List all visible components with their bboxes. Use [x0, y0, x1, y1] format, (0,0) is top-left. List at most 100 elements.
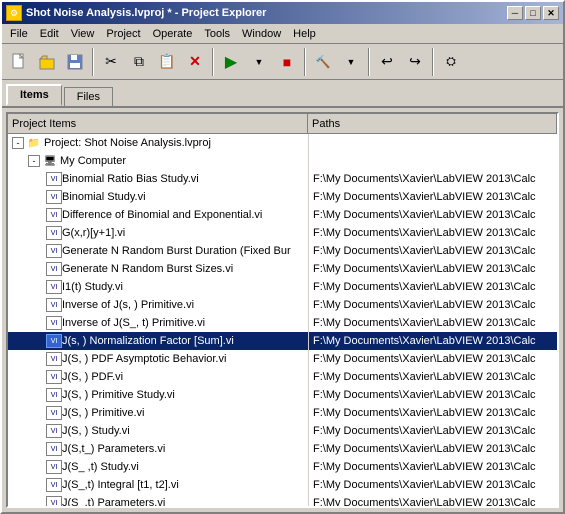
menu-tools[interactable]: Tools — [198, 26, 236, 42]
path-2: F:\My Documents\Xavier\LabVIEW 2013\Calc — [309, 206, 557, 224]
menu-operate[interactable]: Operate — [147, 26, 199, 42]
tree-item-17[interactable]: VI J(S_,t) Integral [t1, t2].vi — [8, 476, 308, 494]
tree-item-computer[interactable]: - 🖥 My Computer — [8, 152, 308, 170]
build-arrow-button[interactable]: ▼ — [338, 49, 364, 75]
tree-item-0[interactable]: VI Binomial Ratio Bias Study.vi — [8, 170, 308, 188]
tree-item-5[interactable]: VI Generate N Random Burst Sizes.vi — [8, 260, 308, 278]
stop-button[interactable]: ■ — [274, 49, 300, 75]
tree-item-1[interactable]: VI Binomial Study.vi — [8, 188, 308, 206]
col-header-paths: Paths — [308, 114, 557, 133]
tree-right: F:\My Documents\Xavier\LabVIEW 2013\Calc… — [308, 134, 557, 506]
tree-item-3[interactable]: VI G(x,r)[y+1].vi — [8, 224, 308, 242]
path-3: F:\My Documents\Xavier\LabVIEW 2013\Calc — [309, 224, 557, 242]
vi-icon-10: VI — [46, 352, 62, 366]
path-17: F:\My Documents\Xavier\LabVIEW 2013\Calc — [309, 476, 557, 494]
computer-label: My Computer — [60, 155, 126, 167]
path-16: F:\My Documents\Xavier\LabVIEW 2013\Calc — [309, 458, 557, 476]
vi-icon-2: VI — [46, 208, 62, 222]
tree-item-9[interactable]: VI J(s, ) Normalization Factor [Sum].vi — [8, 332, 308, 350]
app-icon: ⚙ — [6, 5, 22, 21]
tree-item-14[interactable]: VI J(S, ) Study.vi — [8, 422, 308, 440]
expand-root[interactable]: - — [12, 137, 24, 149]
tab-files[interactable]: Files — [64, 87, 113, 106]
vi-icon-6: VI — [46, 280, 62, 294]
main-window: ⚙ Shot Noise Analysis.lvproj * - Project… — [0, 0, 565, 514]
path-computer — [309, 152, 557, 170]
menu-file[interactable]: File — [4, 26, 34, 42]
paste-button[interactable]: 📋 — [154, 49, 180, 75]
item-label-6: I1(t) Study.vi — [62, 281, 123, 293]
vi-icon-11: VI — [46, 370, 62, 384]
delete-button[interactable]: ✕ — [182, 49, 208, 75]
menu-help[interactable]: Help — [287, 26, 322, 42]
extra-button-1[interactable]: ⛭ — [438, 49, 464, 75]
path-0: F:\My Documents\Xavier\LabVIEW 2013\Calc — [309, 170, 557, 188]
tree-item-7[interactable]: VI Inverse of J(s, ) Primitive.vi — [8, 296, 308, 314]
path-6: F:\My Documents\Xavier\LabVIEW 2013\Calc — [309, 278, 557, 296]
tree-item-15[interactable]: VI J(S,t_) Parameters.vi — [8, 440, 308, 458]
path-10: F:\My Documents\Xavier\LabVIEW 2013\Calc — [309, 350, 557, 368]
toolbar-sep-4 — [368, 48, 370, 76]
title-bar: ⚙ Shot Noise Analysis.lvproj * - Project… — [2, 2, 563, 24]
tree-item-6[interactable]: VI I1(t) Study.vi — [8, 278, 308, 296]
tab-items[interactable]: Items — [6, 84, 62, 106]
tree-item-18[interactable]: VI J(S_,t) Parameters.vi — [8, 494, 308, 506]
vi-icon-0: VI — [46, 172, 62, 186]
path-1: F:\My Documents\Xavier\LabVIEW 2013\Calc — [309, 188, 557, 206]
tree-item-root[interactable]: - 📁 Project: Shot Noise Analysis.lvproj — [8, 134, 308, 152]
item-label-14: J(S, ) Study.vi — [62, 425, 130, 437]
menu-project[interactable]: Project — [100, 26, 146, 42]
tree-left: - 📁 Project: Shot Noise Analysis.lvproj … — [8, 134, 308, 506]
expand-computer[interactable]: - — [28, 155, 40, 167]
item-label-17: J(S_,t) Integral [t1, t2].vi — [62, 479, 179, 491]
item-label-4: Generate N Random Burst Duration (Fixed … — [62, 245, 291, 257]
tree-item-2[interactable]: VI Difference of Binomial and Exponentia… — [8, 206, 308, 224]
maximize-button[interactable]: □ — [525, 6, 541, 20]
path-4: F:\My Documents\Xavier\LabVIEW 2013\Calc — [309, 242, 557, 260]
redo-button[interactable]: ↪ — [402, 49, 428, 75]
item-label-10: J(S, ) PDF Asymptotic Behavior.vi — [62, 353, 226, 365]
vi-icon-17: VI — [46, 478, 62, 492]
menu-window[interactable]: Window — [236, 26, 287, 42]
vi-icon-16: VI — [46, 460, 62, 474]
toolbar-sep-3 — [304, 48, 306, 76]
path-18: F:\My Documents\Xavier\LabVIEW 2013\Calc — [309, 494, 557, 506]
minimize-button[interactable]: ─ — [507, 6, 523, 20]
tree-item-10[interactable]: VI J(S, ) PDF Asymptotic Behavior.vi — [8, 350, 308, 368]
open-button[interactable] — [34, 49, 60, 75]
tree-item-16[interactable]: VI J(S_ ,t) Study.vi — [8, 458, 308, 476]
tree-item-13[interactable]: VI J(S, ) Primitive.vi — [8, 404, 308, 422]
tree-item-12[interactable]: VI J(S, ) Primitive Study.vi — [8, 386, 308, 404]
cut-button[interactable]: ✂ — [98, 49, 124, 75]
copy-button[interactable]: ⧉ — [126, 49, 152, 75]
path-12: F:\My Documents\Xavier\LabVIEW 2013\Calc — [309, 386, 557, 404]
path-5: F:\My Documents\Xavier\LabVIEW 2013\Calc — [309, 260, 557, 278]
vi-icon-9: VI — [46, 334, 62, 348]
tab-bar: Items Files — [2, 80, 563, 108]
tree-item-8[interactable]: VI Inverse of J(S_, t) Primitive.vi — [8, 314, 308, 332]
run-arrow-button[interactable]: ▼ — [246, 49, 272, 75]
content-area: Project Items Paths - 📁 Project: Shot No… — [2, 108, 563, 512]
close-button[interactable]: ✕ — [543, 6, 559, 20]
project-icon: 📁 — [26, 135, 42, 151]
path-14: F:\My Documents\Xavier\LabVIEW 2013\Calc — [309, 422, 557, 440]
toolbar-sep-2 — [212, 48, 214, 76]
menu-view[interactable]: View — [65, 26, 101, 42]
toolbar: ✂ ⧉ 📋 ✕ ▶ ▼ ■ 🔨 ▼ ↩ ↪ ⛭ — [2, 44, 563, 80]
tree-item-4[interactable]: VI Generate N Random Burst Duration (Fix… — [8, 242, 308, 260]
path-9: F:\My Documents\Xavier\LabVIEW 2013\Calc — [309, 332, 557, 350]
root-label: Project: Shot Noise Analysis.lvproj — [44, 137, 211, 149]
run-button[interactable]: ▶ — [218, 49, 244, 75]
new-button[interactable] — [6, 49, 32, 75]
save-button[interactable] — [62, 49, 88, 75]
tree-content[interactable]: - 📁 Project: Shot Noise Analysis.lvproj … — [8, 134, 557, 506]
undo-button[interactable]: ↩ — [374, 49, 400, 75]
item-label-2: Difference of Binomial and Exponential.v… — [62, 209, 262, 221]
tree-item-11[interactable]: VI J(S, ) PDF.vi — [8, 368, 308, 386]
col-header-items: Project Items — [8, 114, 308, 133]
window-controls: ─ □ ✕ — [507, 6, 559, 20]
vi-icon-15: VI — [46, 442, 62, 456]
menu-edit[interactable]: Edit — [34, 26, 65, 42]
item-label-3: G(x,r)[y+1].vi — [62, 227, 125, 239]
build-button[interactable]: 🔨 — [310, 49, 336, 75]
